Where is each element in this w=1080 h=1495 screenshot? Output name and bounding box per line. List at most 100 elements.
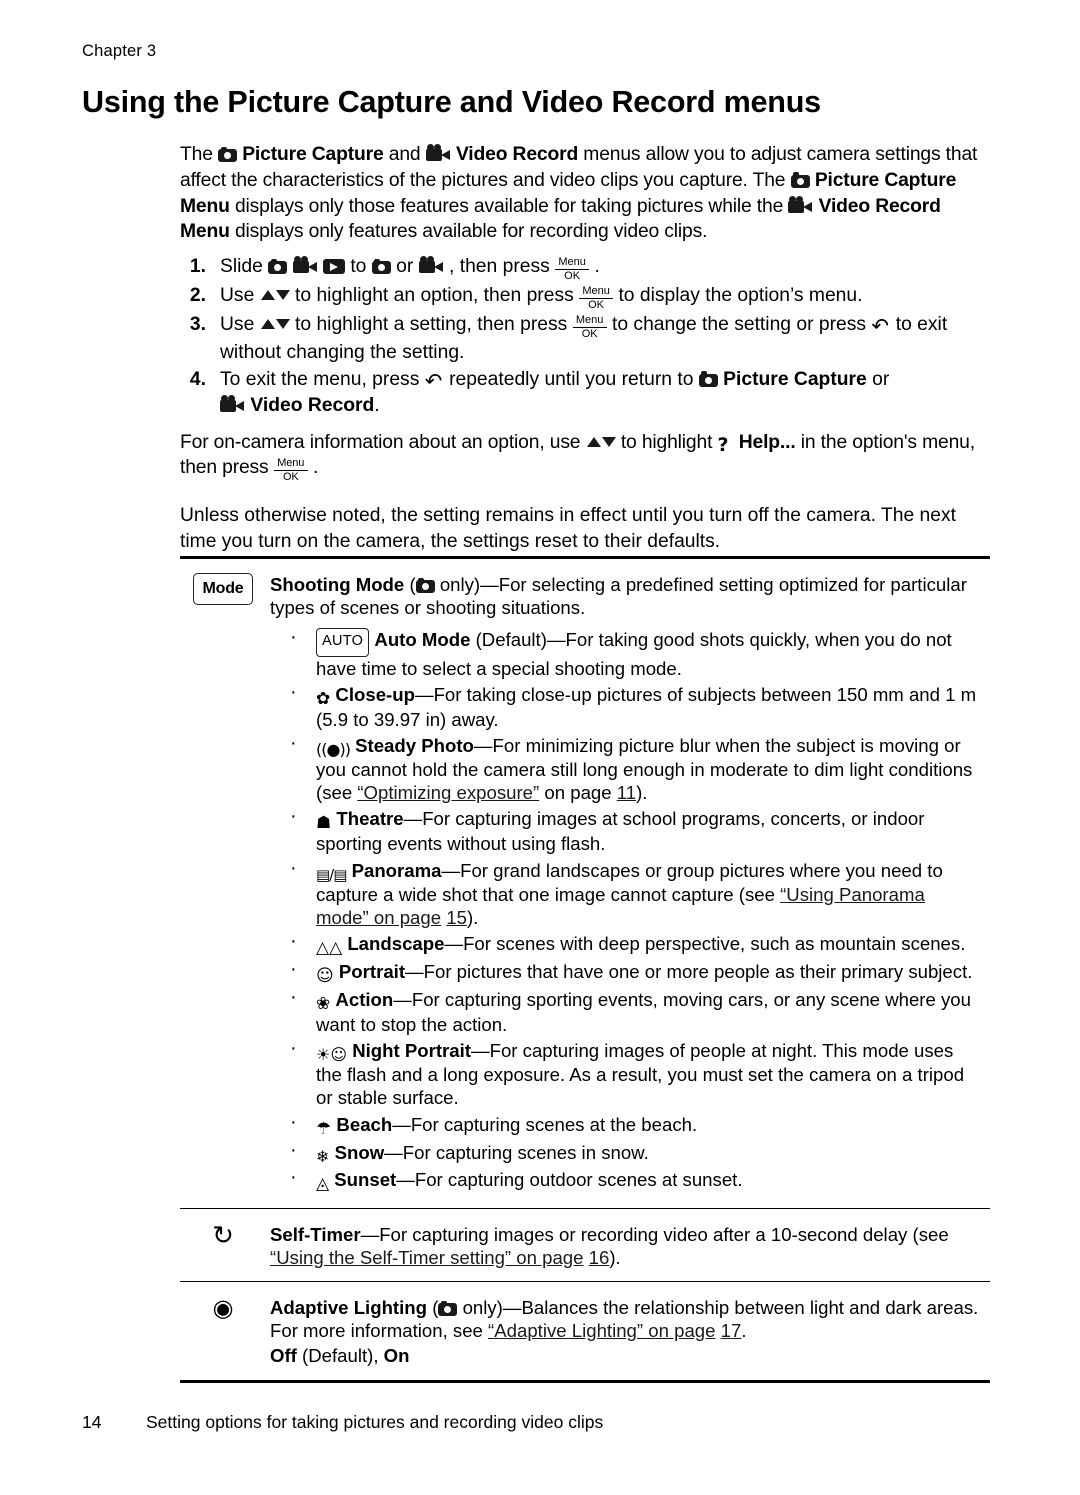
adaptive-lighting-options: Off (Default), On — [270, 1344, 982, 1367]
mode-desc: —For capturing scenes at the beach. — [392, 1113, 698, 1135]
table-bottom-rule — [180, 1379, 990, 1383]
mode-desc-3: ). — [466, 906, 479, 928]
step-number: 2. — [189, 285, 206, 307]
list-item: · ☺ Portrait—For pictures that have one … — [270, 958, 982, 987]
beach-icon: ☂ — [316, 1118, 332, 1139]
portrait-icon: ☺ — [316, 966, 334, 987]
step-number: 4. — [189, 368, 206, 390]
list-item: · ☗ Theatre—For capturing images at scho… — [270, 805, 982, 855]
settings-table: Mode Shooting Mode ( only)—For selecting… — [180, 556, 990, 1383]
mode-desc: —For pictures that have one or more peop… — [405, 961, 973, 983]
chapter-label: Chapter 3 — [82, 42, 157, 60]
mode-desc-3: ). — [636, 782, 648, 804]
camera-icon — [268, 258, 288, 275]
back-arrow-icon: ↶ — [871, 314, 889, 339]
list-item: · ▤/▤ Panorama—For grand landscapes or g… — [270, 857, 982, 929]
list-item: · ((●)) Steady Photo—For minimizing pict… — [270, 732, 982, 804]
auto-badge: AUTO — [316, 628, 370, 657]
bullet-dot: · — [290, 732, 297, 755]
step-number: 3. — [189, 314, 206, 336]
step-4: 4. To exit the menu, press ↶ repeatedly … — [180, 367, 992, 419]
panorama-icon: ▤/▤ — [316, 865, 347, 884]
video-camera-icon — [292, 256, 318, 274]
mode-desc-2: on page — [539, 782, 612, 804]
intro-text-4: displays only features available for rec… — [234, 221, 708, 243]
body-content: The Picture Capture and Video Record men… — [180, 142, 992, 555]
bullet-dot: · — [290, 958, 297, 981]
step-text: Slide — [220, 256, 263, 278]
link-page-number[interactable]: 16 — [589, 1247, 610, 1268]
action-icon: ❀ — [316, 994, 331, 1015]
step-text-2: to — [350, 256, 367, 278]
link-optimizing-exposure[interactable]: “Optimizing exposure” — [357, 782, 539, 803]
adaptive-lighting-title: Adaptive Lighting — [270, 1297, 428, 1319]
link-adaptive-lighting[interactable]: “Adaptive Lighting” on page — [488, 1320, 715, 1341]
step-text: Use — [220, 314, 255, 336]
self-timer-icon: ↻ — [180, 1209, 266, 1281]
list-item: · ✿ Close-up—For taking close-up picture… — [270, 680, 982, 731]
theatre-icon: ☗ — [316, 813, 332, 834]
menu-ok-button-icon: Menu OK — [572, 315, 607, 340]
bullet-dot: · — [290, 1165, 297, 1188]
note-paragraph: Unless otherwise noted, the setting rema… — [180, 505, 956, 553]
menu-ok-button-icon: Menu OK — [555, 257, 590, 282]
snow-icon: ❄ — [316, 1146, 330, 1166]
up-down-arrows-icon — [260, 288, 290, 302]
intro-video-record: Video Record — [455, 144, 579, 165]
link-page-number[interactable]: 11 — [617, 782, 636, 803]
step-text-3: to change the setting or press — [612, 314, 867, 336]
list-item: · ❄ Snow—For capturing scenes in snow. — [270, 1139, 982, 1166]
list-item: · △△ Landscape—For scenes with deep pers… — [270, 930, 982, 957]
help-label: Help... — [738, 431, 796, 453]
link-page-number[interactable]: 15 — [446, 907, 467, 928]
bullet-dot: · — [290, 930, 297, 953]
camera-icon — [698, 371, 718, 387]
shooting-mode-bullets: · AUTO Auto Mode (Default)—For taking go… — [270, 626, 982, 1192]
link-page-number[interactable]: 17 — [721, 1320, 742, 1341]
intro-paragraph: The Picture Capture and Video Record men… — [180, 142, 992, 245]
list-item: · ☀☺ Night Portrait—For capturing images… — [270, 1037, 982, 1109]
mode-name: Landscape — [347, 933, 445, 955]
link-using-self-timer-setting[interactable]: “Using the Self-Timer setting” on page — [270, 1247, 583, 1268]
document-page: Chapter 3 Using the Picture Capture and … — [0, 0, 1080, 1495]
intro-text-1: The — [180, 144, 213, 165]
menu-ok-button-icon: Menu OK — [273, 458, 308, 483]
option-on: On — [383, 1345, 410, 1367]
camera-icon — [415, 577, 435, 593]
help-paragraph: For on-camera information about an optio… — [180, 430, 992, 484]
footer-page-number: 14 — [82, 1412, 102, 1432]
mode-name: Panorama — [351, 859, 442, 881]
help-question-icon: ? — [717, 433, 729, 456]
mode-name: Action — [335, 989, 394, 1011]
mode-name: Beach — [336, 1113, 393, 1135]
bullet-dot: · — [290, 680, 297, 703]
step-text-2: to highlight a setting, then press — [295, 314, 568, 336]
mode-button-icon: Mode — [180, 559, 266, 1208]
step-number: 1. — [189, 256, 206, 278]
mode-desc: —For capturing images at school programs… — [316, 808, 925, 855]
mode-name: Snow — [334, 1141, 385, 1163]
shooting-mode-description: Shooting Mode ( only)—For selecting a pr… — [266, 559, 990, 1208]
footer-text: Setting options for taking pictures and … — [146, 1412, 604, 1432]
step-text: Use — [220, 285, 255, 307]
video-camera-icon — [220, 394, 245, 413]
mode-name: Auto Mode — [374, 629, 471, 651]
steady-photo-icon: ((●)) — [316, 740, 351, 760]
list-item: · AUTO Auto Mode (Default)—For taking go… — [270, 626, 982, 679]
paren-open: ( — [409, 574, 416, 595]
step-video-record: Video Record — [250, 394, 375, 416]
self-timer-desc: —For capturing images or recording video… — [360, 1223, 949, 1245]
shooting-mode-heading: Shooting Mode ( only)—For selecting a pr… — [270, 573, 982, 619]
camera-icon — [438, 1300, 458, 1317]
step-text-2: repeatedly until you return to — [449, 368, 694, 390]
step-1: 1. Slide to or , then press Menu OK . — [180, 254, 992, 282]
adaptive-lighting-icon: ◉ — [180, 1282, 266, 1380]
video-camera-icon — [788, 195, 813, 214]
mode-name: Night Portrait — [352, 1040, 471, 1062]
intro-text-3: displays only those features available f… — [234, 195, 784, 217]
playback-icon — [322, 259, 345, 275]
closeup-icon: ✿ — [316, 688, 331, 709]
page-title: Using the Picture Capture and Video Reco… — [82, 85, 821, 119]
menu-ok-button-icon: Menu OK — [579, 286, 614, 311]
camera-icon — [790, 172, 810, 188]
